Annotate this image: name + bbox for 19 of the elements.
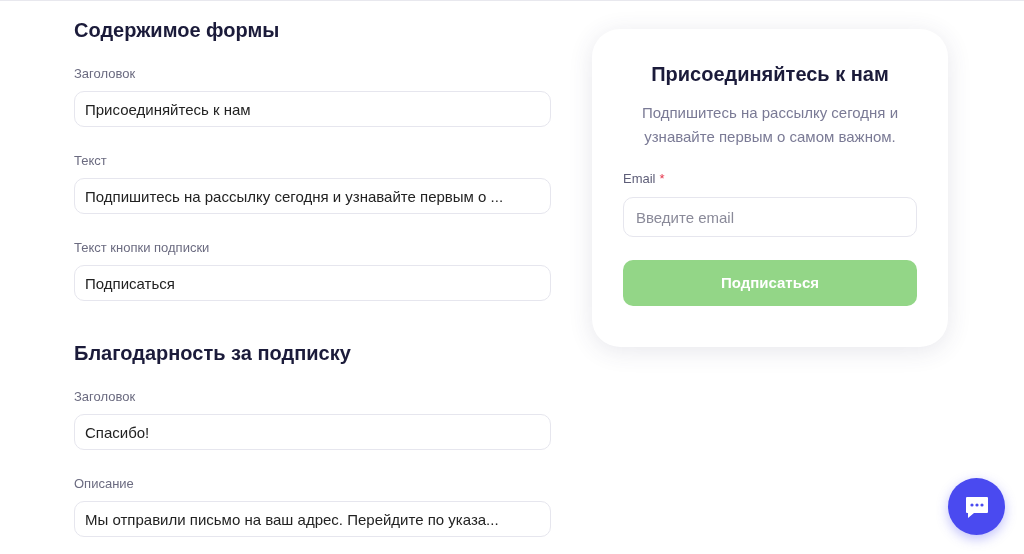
text-field[interactable]: Спасибо! [74,414,551,450]
text-field[interactable]: Присоединяйтесь к нам [74,91,551,127]
email-field[interactable]: Введите email [623,197,917,237]
section-heading: Содержимое формы [74,18,281,43]
email-label: Email [623,171,656,187]
field-label: Заголовок [74,389,137,405]
chat-button[interactable] [948,478,1005,535]
text-field[interactable]: Подписаться [74,265,551,301]
field-label: Текст кнопки подписки [74,240,211,256]
field-label: Описание [74,476,135,492]
text-field[interactable]: Подпишитесь на рассылку сегодня и узнавайте первым о ... [74,178,551,214]
card-description: Подпишитесь на рассылку сегодня и узнавайте первым о самом важном. [640,103,900,147]
field-label: Заголовок [74,66,137,82]
chat-bubble-icon [963,494,990,519]
text-field[interactable]: Мы отправили письмо на ваш адрес. Перейдите по указа... [74,501,551,537]
card-title: Присоединяйтесь к нам [651,62,889,87]
section-heading: Благодарность за подписку [74,341,352,366]
field-label: Текст [74,153,108,169]
required-mark: * [659,171,665,187]
